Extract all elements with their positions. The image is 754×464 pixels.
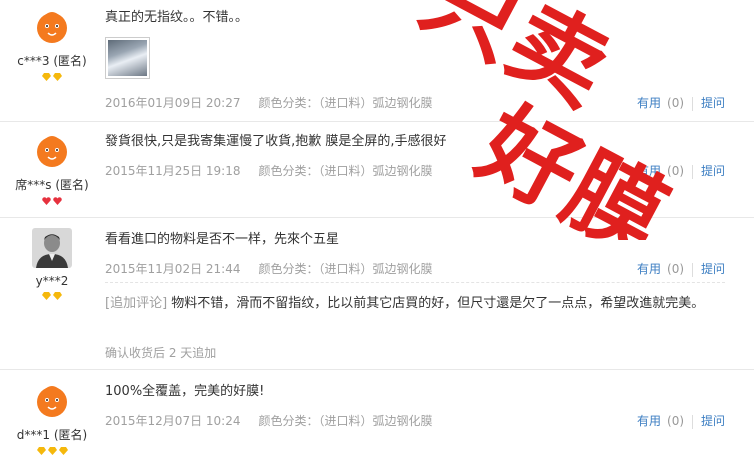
review-actions: 有用 (0) 提问 bbox=[637, 162, 725, 179]
reviewer: 席***s (匿名) bbox=[0, 130, 104, 206]
review-item: d***1 (匿名) 100%全覆盖，完美的好膜! 2015年12月07日 10… bbox=[0, 370, 754, 464]
diamond-icon bbox=[36, 446, 46, 455]
divider bbox=[692, 262, 694, 277]
useful-button[interactable]: 有用 bbox=[637, 164, 661, 178]
review-sku: 颜色分类：（进口料）弧边钢化膜 bbox=[258, 96, 433, 110]
review-meta: 2015年11月25日 19:18 颜色分类：（进口料）弧边钢化膜 bbox=[105, 162, 433, 179]
append-tag: [追加评论] bbox=[105, 296, 168, 311]
useful-count: (0) bbox=[667, 414, 685, 428]
heart-icon bbox=[42, 196, 51, 205]
credit-badges bbox=[0, 446, 104, 456]
review-sku: 颜色分类：（进口料）弧边钢化膜 bbox=[258, 414, 433, 428]
review-item: y***2 看看進口的物料是否不一样，先來个五星 2015年11月02日 21:… bbox=[0, 218, 754, 370]
review-date: 2015年11月02日 21:44 bbox=[105, 262, 241, 276]
append-text: 物料不错，滑而不留指纹，比以前其它店買的好，但尺寸還是欠了一点点，希望改進就完美… bbox=[171, 296, 705, 311]
avatar[interactable] bbox=[32, 380, 72, 420]
review-sku: 颜色分类：（进口料）弧边钢化膜 bbox=[258, 164, 433, 178]
heart-icon bbox=[53, 196, 62, 205]
reviewer: c***3 (匿名) bbox=[0, 6, 104, 82]
review-meta: 2016年01月09日 20:27 颜色分类：（进口料）弧边钢化膜 bbox=[105, 94, 433, 111]
useful-count: (0) bbox=[667, 164, 685, 178]
diamond-icon bbox=[58, 446, 68, 455]
appended-review: [追加评论] 物料不错，滑而不留指纹，比以前其它店買的好，但尺寸還是欠了一点点，… bbox=[105, 294, 725, 314]
diamond-icon bbox=[42, 291, 51, 300]
ask-button[interactable]: 提问 bbox=[701, 164, 725, 178]
divider bbox=[692, 96, 694, 111]
credit-badges bbox=[0, 291, 104, 301]
divider bbox=[692, 414, 694, 429]
review-actions: 有用 (0) 提问 bbox=[637, 260, 725, 277]
review-date: 2015年12月07日 10:24 bbox=[105, 414, 241, 428]
review-date: 2016年01月09日 20:27 bbox=[105, 96, 241, 110]
ask-button[interactable]: 提问 bbox=[701, 262, 725, 276]
reviewer: y***2 bbox=[0, 228, 104, 301]
append-note: 确认收货后 2 天追加 bbox=[105, 346, 217, 360]
avatar[interactable] bbox=[32, 228, 72, 268]
review-item: 席***s (匿名) 發貨很快,只是我寄集運慢了收貨,抱歉 膜是全屏的,手感很好… bbox=[0, 122, 754, 218]
useful-count: (0) bbox=[667, 262, 685, 276]
useful-count: (0) bbox=[667, 96, 685, 110]
divider bbox=[692, 164, 694, 179]
diamond-icon bbox=[42, 72, 51, 81]
useful-button[interactable]: 有用 bbox=[637, 414, 661, 428]
review-actions: 有用 (0) 提问 bbox=[637, 412, 725, 429]
avatar[interactable] bbox=[32, 6, 72, 46]
avatar[interactable] bbox=[32, 130, 72, 170]
useful-button[interactable]: 有用 bbox=[637, 96, 661, 110]
diamond-icon bbox=[53, 291, 62, 300]
diamond-icon bbox=[47, 446, 57, 455]
review-text: 100%全覆盖，完美的好膜! bbox=[105, 384, 265, 399]
review-meta: 2015年12月07日 10:24 颜色分类：（进口料）弧边钢化膜 bbox=[105, 412, 433, 429]
review-item: c***3 (匿名) 真正的无指纹。。不错。。 2016年01月09日 20:2… bbox=[0, 0, 754, 122]
review-text: 看看進口的物料是否不一样，先來个五星 bbox=[105, 232, 340, 247]
reviewer-name: c***3 (匿名) bbox=[17, 54, 87, 68]
reviewer-name: y***2 bbox=[35, 274, 69, 288]
review-sku: 颜色分类：（进口料）弧边钢化膜 bbox=[258, 262, 433, 276]
review-text: 真正的无指纹。。不错。。 bbox=[105, 10, 249, 25]
review-actions: 有用 (0) 提问 bbox=[637, 94, 725, 111]
review-date: 2015年11月25日 19:18 bbox=[105, 164, 241, 178]
diamond-icon bbox=[53, 72, 62, 81]
review-text: 發貨很快,只是我寄集運慢了收貨,抱歉 膜是全屏的,手感很好 bbox=[105, 134, 447, 149]
ask-button[interactable]: 提问 bbox=[701, 96, 725, 110]
review-meta: 2015年11月02日 21:44 颜色分类：（进口料）弧边钢化膜 bbox=[105, 260, 433, 277]
ask-button[interactable]: 提问 bbox=[701, 414, 725, 428]
review-photo[interactable] bbox=[105, 37, 150, 79]
credit-badges bbox=[0, 72, 104, 82]
credit-badges bbox=[0, 196, 104, 206]
useful-button[interactable]: 有用 bbox=[637, 262, 661, 276]
reviewer-name: d***1 (匿名) bbox=[16, 428, 88, 442]
divider bbox=[105, 282, 725, 283]
reviewer-name: 席***s (匿名) bbox=[15, 178, 89, 192]
reviewer: d***1 (匿名) bbox=[0, 380, 104, 456]
